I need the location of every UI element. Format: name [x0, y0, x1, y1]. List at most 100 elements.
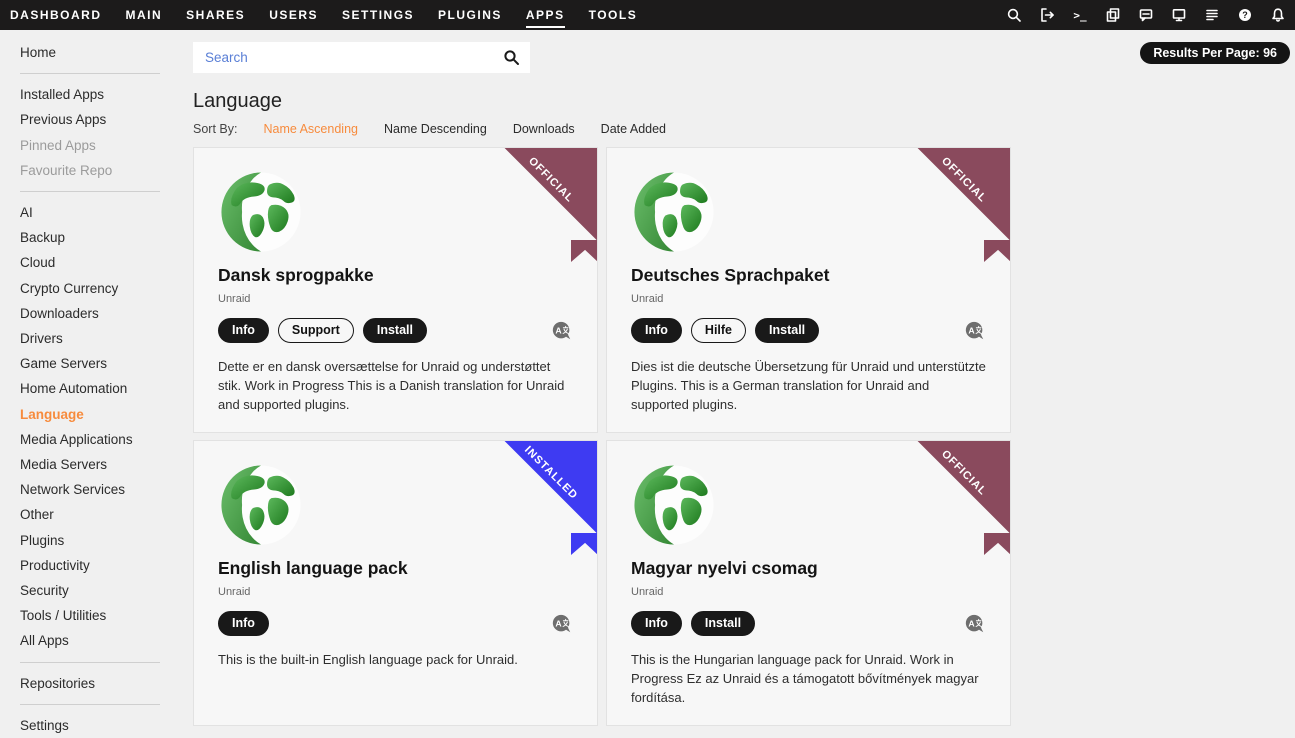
sidebar-item-network-services[interactable]: Network Services [20, 477, 185, 502]
globe-icon[interactable] [218, 462, 304, 548]
sidebar-item-pinned-apps: Pinned Apps [20, 133, 185, 158]
help-icon[interactable]: ? [1236, 6, 1254, 24]
ribbon-label: OFFICIAL [912, 147, 1011, 232]
display-icon[interactable] [1170, 6, 1188, 24]
page-title: Language [193, 90, 1295, 113]
sidebar-item-language[interactable]: Language [20, 402, 185, 427]
sidebar-divider [20, 704, 160, 705]
sidebar-item-ai[interactable]: AI [20, 200, 185, 225]
translate-icon[interactable]: A [964, 320, 986, 342]
svg-text:A: A [968, 325, 975, 335]
search-input[interactable] [205, 50, 503, 65]
translate-icon[interactable]: A [964, 613, 986, 635]
svg-text:A: A [968, 618, 975, 628]
terminal-icon[interactable]: >_ [1071, 6, 1089, 24]
sidebar-item-tools-utilities[interactable]: Tools / Utilities [20, 603, 185, 628]
globe-icon[interactable] [218, 169, 304, 255]
install-button[interactable]: Install [691, 611, 755, 636]
sort-name-descending[interactable]: Name Descending [384, 122, 487, 136]
sidebar-item-media-applications[interactable]: Media Applications [20, 427, 185, 452]
sidebar-item-settings[interactable]: Settings [20, 713, 185, 738]
installed-ribbon: INSTALLED [504, 440, 598, 534]
app-description: Dies ist die deutsche Übersetzung für Un… [631, 358, 986, 415]
sort-name-ascending[interactable]: Name Ascending [263, 122, 358, 136]
app-card-english-language-pack: INSTALLED English language pack Unraid I… [193, 440, 598, 726]
svg-text:A: A [555, 325, 562, 335]
install-button[interactable]: Install [363, 318, 427, 343]
sidebar-item-media-servers[interactable]: Media Servers [20, 452, 185, 477]
sidebar-item-productivity[interactable]: Productivity [20, 553, 185, 578]
app-title[interactable]: Dansk sprogpakke [218, 265, 573, 286]
app-author: Unraid [631, 586, 986, 598]
ribbon-label: INSTALLED [499, 440, 598, 525]
app-description: This is the built-in English language pa… [218, 651, 573, 670]
support-button[interactable]: Hilfe [691, 318, 746, 343]
sidebar-item-previous-apps[interactable]: Previous Apps [20, 107, 185, 132]
sidebar-divider [20, 662, 160, 663]
search-submit-icon[interactable] [503, 49, 520, 66]
nav-users[interactable]: USERS [269, 2, 318, 28]
sidebar-item-home[interactable]: Home [20, 40, 185, 65]
info-button[interactable]: Info [631, 611, 682, 636]
sidebar-item-installed-apps[interactable]: Installed Apps [20, 82, 185, 107]
sort-bar: Sort By: Name Ascending Name Descending … [193, 122, 1295, 136]
translate-icon[interactable]: A [551, 613, 573, 635]
sidebar-item-repositories[interactable]: Repositories [20, 671, 185, 696]
feedback-icon[interactable] [1137, 6, 1155, 24]
sidebar-divider [20, 191, 160, 192]
nav-shares[interactable]: SHARES [186, 2, 245, 28]
nav-main[interactable]: MAIN [126, 2, 163, 28]
results-per-page-badge[interactable]: Results Per Page: 96 [1140, 42, 1290, 64]
sidebar-item-cloud[interactable]: Cloud [20, 250, 185, 275]
info-button[interactable]: Info [218, 611, 269, 636]
sort-date-added[interactable]: Date Added [601, 122, 666, 136]
sidebar-item-crypto-currency[interactable]: Crypto Currency [20, 276, 185, 301]
sidebar-item-backup[interactable]: Backup [20, 225, 185, 250]
nav-dashboard[interactable]: DASHBOARD [10, 2, 102, 28]
sidebar-item-favourite-repo: Favourite Repo [20, 158, 185, 183]
copy-icon[interactable] [1104, 6, 1122, 24]
log-icon[interactable] [1203, 6, 1221, 24]
nav-plugins[interactable]: PLUGINS [438, 2, 502, 28]
app-card-deutsches-sprachpaket: OFFICIAL Deutsches Sprachpaket Unraid In… [606, 147, 1011, 433]
sidebar-item-all-apps[interactable]: All Apps [20, 628, 185, 653]
install-button[interactable]: Install [755, 318, 819, 343]
main-menu: DASHBOARD MAIN SHARES USERS SETTINGS PLU… [10, 2, 637, 28]
logout-icon[interactable] [1038, 6, 1056, 24]
app-title[interactable]: Deutsches Sprachpaket [631, 265, 986, 286]
app-description: This is the Hungarian language pack for … [631, 651, 986, 708]
sort-by-label: Sort By: [193, 122, 237, 136]
info-button[interactable]: Info [631, 318, 682, 343]
translate-icon[interactable]: A [551, 320, 573, 342]
ribbon-label: OFFICIAL [499, 147, 598, 232]
notifications-icon[interactable] [1269, 6, 1287, 24]
sidebar-item-home-automation[interactable]: Home Automation [20, 376, 185, 401]
app-card-dansk-sprogpakke: OFFICIAL Dansk sprogpakke Unraid Info Su… [193, 147, 598, 433]
app-author: Unraid [218, 293, 573, 305]
support-button[interactable]: Support [278, 318, 354, 343]
sidebar-item-downloaders[interactable]: Downloaders [20, 301, 185, 326]
app-title[interactable]: Magyar nyelvi csomag [631, 558, 986, 579]
nav-icon-group: >_ ? [1005, 6, 1287, 24]
sidebar-item-drivers[interactable]: Drivers [20, 326, 185, 351]
nav-apps[interactable]: APPS [526, 2, 565, 28]
app-author: Unraid [218, 586, 573, 598]
nav-settings[interactable]: SETTINGS [342, 2, 414, 28]
main-content: Results Per Page: 96 Language Sort By: N… [193, 30, 1295, 726]
sidebar-item-game-servers[interactable]: Game Servers [20, 351, 185, 376]
sort-downloads[interactable]: Downloads [513, 122, 575, 136]
svg-text:A: A [555, 618, 562, 628]
official-ribbon: OFFICIAL [917, 147, 1011, 241]
info-button[interactable]: Info [218, 318, 269, 343]
search-icon[interactable] [1005, 6, 1023, 24]
ribbon-label: OFFICIAL [912, 440, 1011, 525]
app-author: Unraid [631, 293, 986, 305]
app-title[interactable]: English language pack [218, 558, 573, 579]
sidebar-item-plugins[interactable]: Plugins [20, 528, 185, 553]
sidebar-item-other[interactable]: Other [20, 502, 185, 527]
globe-icon[interactable] [631, 462, 717, 548]
globe-icon[interactable] [631, 169, 717, 255]
nav-tools[interactable]: TOOLS [589, 2, 638, 28]
search-box[interactable] [193, 42, 530, 73]
sidebar-item-security[interactable]: Security [20, 578, 185, 603]
